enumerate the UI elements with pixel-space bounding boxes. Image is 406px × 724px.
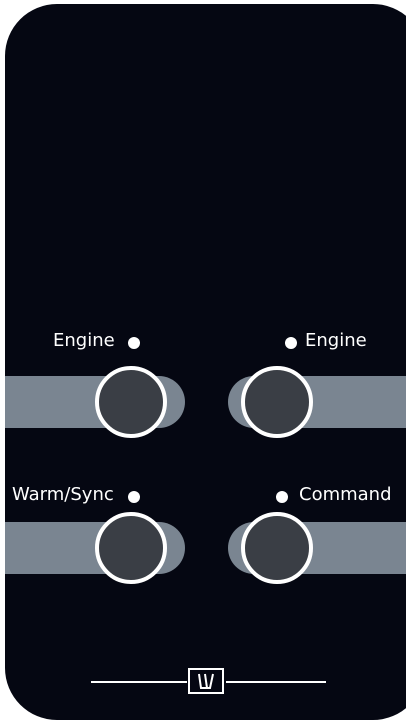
command-label: Command [299, 484, 392, 505]
brand-logo-icon [188, 668, 224, 694]
engine-port-button[interactable] [95, 366, 167, 438]
warm-sync-button[interactable] [95, 512, 167, 584]
engine-port-label: Engine [53, 330, 115, 351]
control-panel: Engine Engine Warm/Sync Command [5, 4, 406, 720]
engine-port-indicator [128, 337, 140, 349]
engine-stbd-button[interactable] [241, 366, 313, 438]
logo-left-line [91, 681, 187, 683]
warm-sync-indicator [128, 491, 140, 503]
engine-stbd-label: Engine [305, 330, 367, 351]
command-indicator [276, 491, 288, 503]
warm-sync-label: Warm/Sync [12, 484, 114, 505]
command-button[interactable] [241, 512, 313, 584]
engine-stbd-indicator [285, 337, 297, 349]
logo-right-line [226, 681, 326, 683]
